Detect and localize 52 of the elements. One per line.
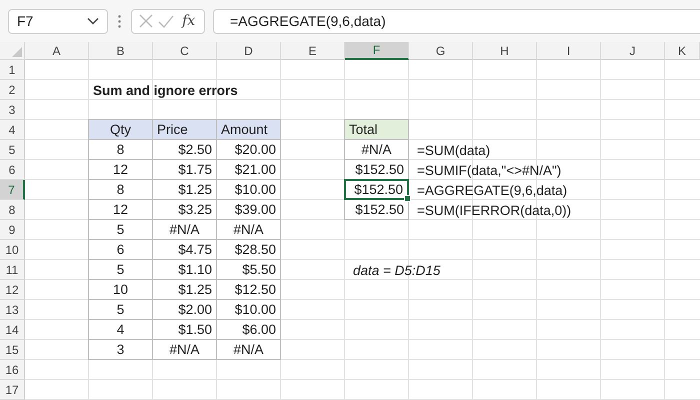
column-header[interactable]: C [153,42,217,60]
row-header[interactable]: 10 [0,240,25,260]
row-header[interactable]: 14 [0,320,25,340]
formula-field[interactable]: =AGGREGATE(9,6,data) [213,8,700,34]
name-box[interactable]: F7 [8,8,108,34]
select-all-icon[interactable] [12,47,22,57]
table-cell[interactable]: $152.50 [344,179,409,200]
table-cell: 3 [88,339,153,360]
row-header[interactable]: 8 [0,200,25,220]
row-header[interactable]: 13 [0,300,25,320]
column-header[interactable]: E [281,42,345,60]
column-header[interactable]: F [345,42,409,60]
formula-text: =SUM(IFERROR(data,0)) [416,202,572,220]
formula-text: =SUM(data) [416,142,492,160]
row-header[interactable]: 6 [0,160,25,180]
row-header[interactable]: 7 [0,180,25,200]
column-heading: Price [152,119,217,140]
column-header[interactable]: G [409,42,473,60]
row-header[interactable]: 1 [0,60,25,80]
drag-handle-icon[interactable] [118,14,121,28]
note-text: data = D5:D15 [352,262,442,280]
column-header[interactable]: A [25,42,89,60]
row-header[interactable]: 9 [0,220,25,240]
table-cell[interactable]: #N/A [344,139,409,160]
table-cell: #N/A [216,339,281,360]
checkmark-icon[interactable] [158,14,174,28]
column-header[interactable]: B [89,42,153,60]
column-header[interactable]: K [665,42,700,60]
chevron-down-icon [87,17,99,25]
row-header[interactable]: 15 [0,340,25,360]
formula-text: =AGGREGATE(9,6,data) [416,182,568,200]
row-header[interactable]: 5 [0,140,25,160]
formula-text: =SUMIF(data,"<>#N/A") [416,162,562,180]
column-heading: Qty [88,119,153,140]
table-cell[interactable]: $152.50 [344,199,409,220]
row-header[interactable]: 4 [0,120,25,140]
column-header[interactable]: J [601,42,665,60]
cancel-icon[interactable] [138,14,153,28]
row-header[interactable]: 16 [0,360,25,380]
row-header[interactable]: 17 [0,380,25,400]
row-header[interactable]: 12 [0,280,25,300]
row-header[interactable]: 2 [0,80,25,100]
insert-function-button[interactable]: fx [180,13,198,29]
row-header[interactable]: 11 [0,260,25,280]
column-header[interactable]: D [217,42,281,60]
column-heading: Total [344,119,409,140]
row-header[interactable]: 3 [0,100,25,120]
column-heading: Amount [216,119,281,140]
sheet-title: Sum and ignore errors [92,82,239,100]
table-cell[interactable]: $152.50 [344,159,409,180]
column-header[interactable]: I [537,42,601,60]
column-header[interactable]: H [473,42,537,60]
